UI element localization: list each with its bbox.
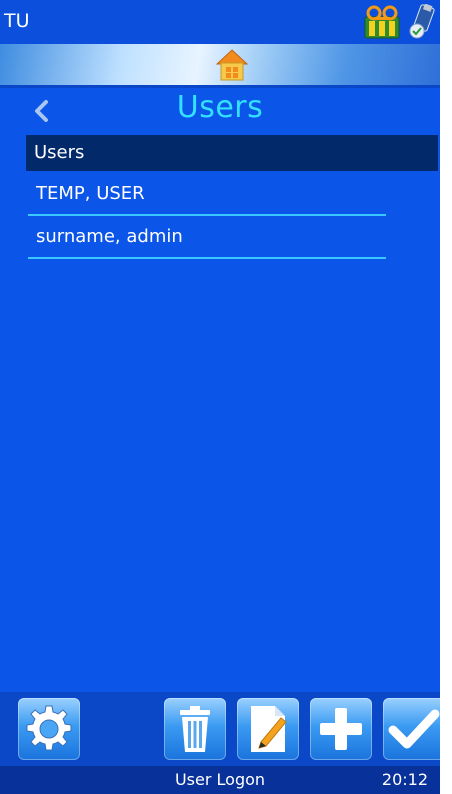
clock: 20:12 <box>381 770 428 789</box>
ribbon-cassette-icon[interactable] <box>364 5 400 39</box>
list-item-temp-user[interactable]: TEMP, USER <box>28 174 386 216</box>
footer: User Logon 20:12 <box>0 766 440 794</box>
list-header: Users <box>26 135 438 171</box>
confirm-button[interactable] <box>383 698 440 760</box>
edit-button[interactable] <box>237 698 299 760</box>
add-button[interactable] <box>310 698 372 760</box>
settings-button[interactable] <box>18 698 80 760</box>
toolbar <box>0 692 440 766</box>
list-item-label: TEMP, USER <box>36 183 145 204</box>
device-id: TU <box>4 10 30 32</box>
screen-name: User Logon <box>174 770 266 789</box>
app-screen: TU Users Users TEMP, USER surname, admin… <box>0 0 440 794</box>
screen-edge <box>440 0 452 794</box>
page-title: Users <box>176 90 264 125</box>
status-bar: TU <box>0 0 440 44</box>
list-item-surname-admin[interactable]: surname, admin <box>28 217 386 259</box>
home-banner <box>0 44 440 88</box>
delete-button[interactable] <box>164 698 226 760</box>
usb-drive-icon[interactable] <box>408 3 436 40</box>
list-item-label: surname, admin <box>36 226 183 247</box>
home-icon[interactable] <box>215 48 249 82</box>
